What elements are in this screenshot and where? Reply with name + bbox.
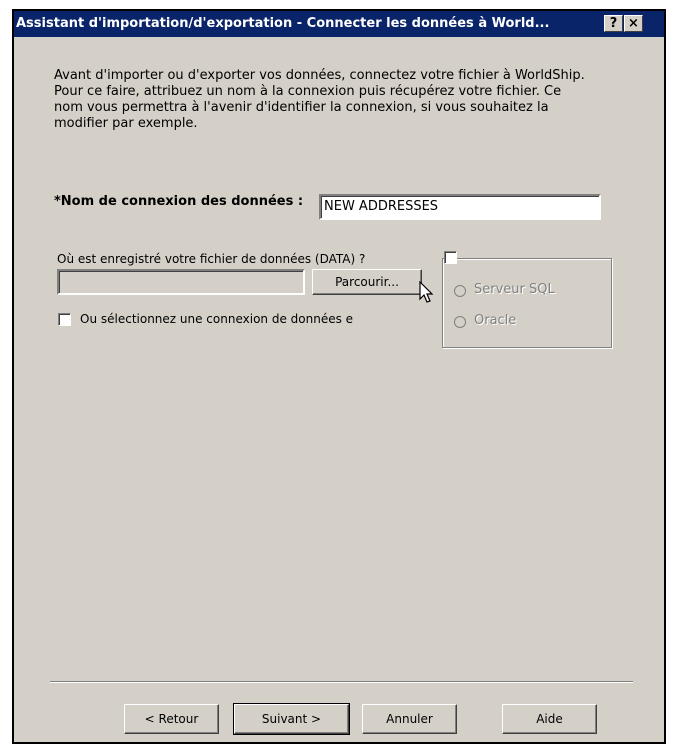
connection-name-label: *Nom de connexion des données : (54, 194, 304, 209)
database-group-checkbox[interactable] (444, 251, 457, 264)
mouse-pointer-icon (419, 281, 434, 303)
sql-server-label: Serveur SQL (474, 282, 555, 297)
data-file-path-input[interactable] (57, 269, 305, 295)
data-file-label: Où est enregistré votre fichier de donné… (57, 252, 366, 266)
cancel-button[interactable]: Annuler (362, 704, 457, 734)
connection-name-input[interactable]: NEW ADDRESSES (319, 194, 601, 220)
browse-button[interactable]: Parcourir... (312, 269, 422, 295)
select-connection-label: Ou sélectionnez une connexion de données… (80, 312, 354, 326)
import-export-dialog: Assistant d'importation/d'exportation - … (12, 9, 666, 744)
help-question-button[interactable]: ? (604, 15, 623, 32)
window-title: Assistant d'importation/d'exportation - … (16, 16, 550, 31)
oracle-label: Oracle (474, 313, 517, 328)
next-button[interactable]: Suivant > (233, 703, 350, 735)
title-bar: Assistant d'importation/d'exportation - … (14, 11, 664, 37)
radio-sql-server[interactable] (454, 285, 466, 297)
database-groupbox: Serveur SQL Oracle (442, 258, 612, 348)
separator (50, 681, 633, 683)
help-button[interactable]: Aide (502, 704, 597, 734)
intro-text: Avant d'importer ou d'exporter vos donné… (54, 68, 585, 131)
close-button[interactable]: × (624, 15, 643, 32)
back-button[interactable]: < Retour (124, 704, 219, 734)
radio-oracle[interactable] (454, 316, 466, 328)
select-connection-checkbox[interactable] (58, 313, 71, 326)
